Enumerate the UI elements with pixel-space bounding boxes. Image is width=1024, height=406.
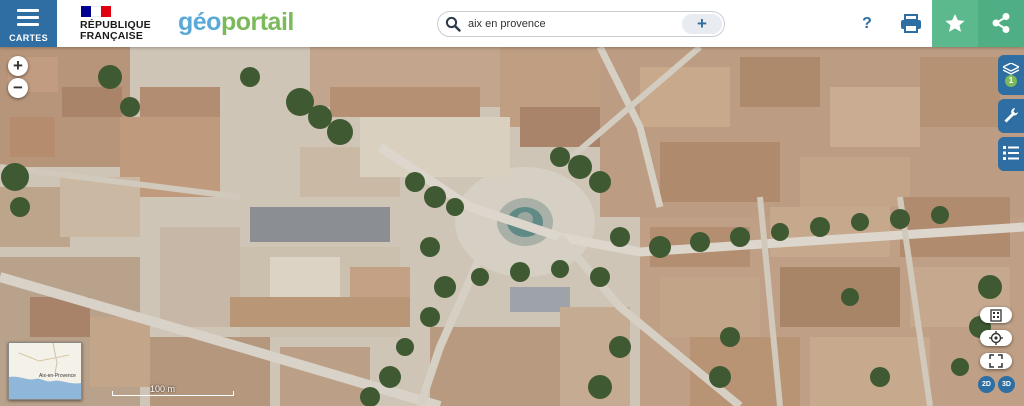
legend-tab[interactable] — [998, 137, 1024, 171]
favorites-button[interactable] — [932, 0, 978, 47]
search-icon[interactable] — [445, 16, 461, 32]
overview-place-label: Aix-en-Provence — [39, 373, 76, 379]
french-flag-icon — [81, 6, 111, 17]
hamburger-icon — [17, 9, 39, 30]
geolocate-button[interactable] — [980, 330, 1012, 346]
top-bar: CARTES RÉPUBLIQUE FRANÇAISE géoportail +… — [0, 0, 1024, 47]
overview-map[interactable]: Aix-en-Provence — [8, 342, 82, 400]
zoom-in-button[interactable]: + — [8, 56, 28, 76]
brand-part-1: géo — [178, 8, 221, 36]
aerial-map[interactable]: + − 1 2D 3D Aix-en-Provence 100 m — [0, 47, 1024, 406]
layers-count-badge: 1 — [1005, 75, 1017, 87]
share-button[interactable] — [978, 0, 1024, 47]
geolocate-icon — [989, 331, 1003, 345]
wrench-icon — [1004, 108, 1018, 123]
mode-3d-button[interactable]: 3D — [998, 376, 1015, 393]
zoom-out-button[interactable]: − — [8, 78, 28, 98]
search-add-button[interactable]: + — [682, 14, 722, 34]
scale-label: 100 m — [150, 384, 176, 394]
help-button[interactable]: ? — [856, 13, 878, 35]
print-button[interactable] — [898, 12, 924, 36]
cartes-menu-label: CARTES — [9, 33, 48, 43]
layers-icon — [1003, 63, 1019, 75]
aerial-imagery — [0, 47, 1024, 406]
star-icon — [945, 14, 965, 32]
brand-part-2: portail — [220, 8, 294, 36]
view-mode-toggle: 2D 3D — [978, 376, 1016, 393]
printer-icon — [901, 14, 921, 33]
republic-line-2: FRANÇAISE — [80, 30, 144, 42]
search-bar: + — [437, 11, 725, 37]
building-icon — [990, 309, 1002, 322]
overview-map-image — [9, 343, 81, 399]
geoportail-logo[interactable]: géoportail — [178, 8, 294, 36]
share-icon — [992, 13, 1010, 33]
republique-francaise-logo: RÉPUBLIQUE FRANÇAISE — [80, 6, 151, 42]
tools-tab[interactable] — [998, 99, 1024, 133]
layers-tab[interactable]: 1 — [998, 55, 1024, 95]
cartes-menu-button[interactable]: CARTES — [0, 0, 57, 47]
list-icon — [1003, 146, 1019, 160]
fullscreen-button[interactable] — [980, 353, 1012, 369]
fullscreen-icon — [989, 354, 1003, 368]
mode-2d-button[interactable]: 2D — [978, 376, 995, 393]
search-input[interactable] — [468, 14, 678, 34]
buildings-button[interactable] — [980, 307, 1012, 323]
